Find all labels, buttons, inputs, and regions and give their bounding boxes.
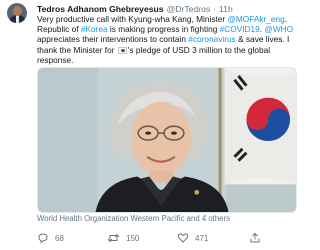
tweet-text-run: appreciates their interventions to conta… [37,34,189,45]
south-korea-flag-icon [117,46,127,54]
retweet-count: 150 [126,233,140,243]
tweet-text-line: thank the Minister for 's pledge of USD … [37,45,299,55]
tweet-card[interactable]: Tedros Adhanom Ghebreyesus @DrTedros · 1… [0,0,300,250]
tweet-text-line: response. [37,55,299,65]
hashtag-korea[interactable]: #Korea [81,24,108,34]
share-icon [250,232,260,243]
hashtag-coronavirus[interactable]: #coronavirus [188,34,236,44]
like-count: 471 [195,233,209,243]
mention-who[interactable]: @WHO [264,24,293,34]
media-caption[interactable]: World Health Organization Western Pacifi… [37,214,230,224]
share-button[interactable] [249,231,261,245]
heart-icon [177,233,189,243]
tweet-actions: 68 150 471 [37,231,297,245]
like-button[interactable]: 471 [177,231,208,245]
tweet-text-run: Republic of [37,24,81,35]
reply-button[interactable]: 68 [37,231,64,245]
author-avatar[interactable] [7,3,27,23]
tweet-text-run: & save lives. I [235,34,290,45]
tweet-text-run: is making progress in fighting [107,24,220,35]
photo-illustration [38,68,296,212]
reply-count: 68 [55,233,64,243]
tweet-text-run: 's pledge of USD 3 million to the global [127,44,271,55]
tweet-text-run: response. [37,54,74,65]
tweet-text-run: thank the Minister for [37,44,117,55]
tweet-text: Very productive call with Kyung-wha Kang… [37,14,299,65]
tweet-text-line: Republic of #Korea is making progress in… [37,24,299,34]
tweet-text-line: Very productive call with Kyung-wha Kang… [37,14,299,24]
reply-icon [38,233,48,244]
tweet-text-run: Very productive call with Kyung-wha Kang… [37,14,228,24]
retweet-button[interactable]: 150 [107,231,139,245]
tweet-text-run: . [284,14,288,24]
retweet-icon [107,233,120,243]
hashtag-covid19[interactable]: #COVID19 [220,24,260,34]
mention-mofakr_eng[interactable]: @MOFAkr_eng [227,14,284,24]
tweet-photo[interactable] [37,67,297,213]
tweet-text-line: appreciates their interventions to conta… [37,34,299,44]
